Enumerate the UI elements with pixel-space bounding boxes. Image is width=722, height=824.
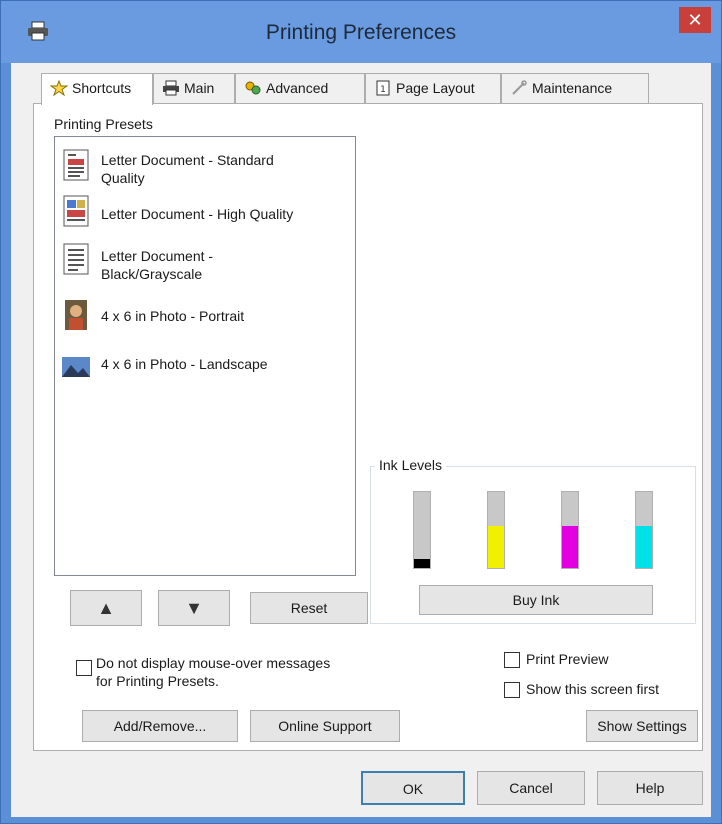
tab-maintenance[interactable]: Maintenance (501, 73, 649, 103)
page-icon: 1 (376, 80, 390, 96)
tab-shortcuts[interactable]: Shortcuts (41, 73, 153, 105)
ink-cartridge-cyan (635, 491, 653, 569)
printing-preferences-window: Printing Preferences ✕ Shortcuts Main Ad… (0, 0, 722, 824)
tab-label: Main (184, 80, 215, 96)
shortcuts-panel: Printing Presets Letter Document - Stand… (33, 103, 703, 751)
tab-main[interactable]: Main (153, 73, 235, 103)
ink-cartridge-magenta (561, 491, 579, 569)
reset-button[interactable]: Reset (250, 592, 368, 624)
help-button[interactable]: Help (597, 771, 703, 805)
printing-presets-list[interactable]: Letter Document - Standard Quality Lette… (54, 136, 356, 576)
list-item[interactable]: Letter Document - High Quality (55, 195, 355, 245)
ink-fill (562, 526, 578, 568)
tab-label: Shortcuts (72, 80, 132, 96)
photo-portrait-icon (65, 300, 87, 330)
preset-label-line2: Black/Grayscale (101, 266, 203, 282)
ok-button[interactable]: OK (361, 771, 465, 805)
mouseover-label-line1: Do not display mouse-over messages (96, 655, 331, 671)
show-screen-first-label: Show this screen first (526, 681, 660, 697)
gears-icon (245, 81, 261, 95)
preset-label-line1: Letter Document - High Quality (101, 206, 294, 222)
tab-page-layout[interactable]: 1 Page Layout (365, 73, 501, 103)
move-up-button[interactable]: ▲ (70, 590, 142, 626)
close-button[interactable]: ✕ (679, 7, 711, 33)
ink-cartridge-black (413, 491, 431, 569)
printer-icon (163, 80, 179, 96)
list-item[interactable]: Letter Document - Black/Grayscale (55, 241, 355, 291)
title-bar[interactable]: Printing Preferences ✕ (1, 1, 721, 63)
ink-levels-label: Ink Levels (375, 457, 447, 473)
list-item[interactable]: 4 x 6 in Photo - Landscape (55, 343, 355, 393)
ink-cartridge-yellow (487, 491, 505, 569)
cancel-button[interactable]: Cancel (477, 771, 585, 805)
document-bw-icon (63, 243, 89, 275)
list-item[interactable]: Letter Document - Standard Quality (55, 145, 355, 195)
add-remove-button[interactable]: Add/Remove... (82, 710, 238, 742)
show-screen-first-checkbox[interactable] (504, 682, 520, 698)
svg-text:1: 1 (380, 85, 386, 95)
photo-landscape-icon (62, 357, 90, 377)
mouseover-messages-label: Do not display mouse-over messages for P… (96, 654, 330, 690)
preset-label-line1: 4 x 6 in Photo - Portrait (101, 308, 245, 324)
window-title: Printing Preferences (265, 21, 457, 44)
ink-fill (414, 558, 430, 568)
document-color-icon (63, 149, 89, 181)
preset-label-line1: Letter Document - Standard (101, 152, 274, 168)
preset-label-line1: 4 x 6 in Photo - Landscape (101, 356, 268, 372)
tab-label: Page Layout (396, 80, 475, 96)
ink-fill (488, 526, 504, 568)
star-icon (50, 80, 68, 96)
buy-ink-button[interactable]: Buy Ink (419, 585, 653, 615)
list-item[interactable]: 4 x 6 in Photo - Portrait (55, 295, 355, 345)
tab-label: Advanced (266, 80, 329, 96)
tab-label: Maintenance (532, 80, 613, 96)
document-photo-icon (63, 195, 89, 227)
print-preview-checkbox[interactable] (504, 652, 520, 668)
move-down-button[interactable]: ▼ (158, 590, 230, 626)
mouseover-messages-checkbox[interactable] (76, 660, 92, 676)
preset-label-line1: Letter Document - (101, 248, 214, 264)
ink-fill (636, 526, 652, 568)
wrench-icon (512, 80, 527, 95)
print-preview-label: Print Preview (526, 651, 609, 667)
dialog-client-area: Shortcuts Main Advanced 1 Page Layout Mai… (11, 63, 711, 817)
show-settings-button[interactable]: Show Settings (586, 710, 698, 742)
tab-advanced[interactable]: Advanced (235, 73, 365, 103)
printing-presets-label: Printing Presets (54, 116, 153, 132)
online-support-button[interactable]: Online Support (250, 710, 400, 742)
ink-levels-group: Ink Levels Buy Ink (370, 457, 696, 624)
preset-label-line2: Quality (101, 170, 145, 186)
mouseover-label-line2: for Printing Presets. (96, 673, 219, 689)
